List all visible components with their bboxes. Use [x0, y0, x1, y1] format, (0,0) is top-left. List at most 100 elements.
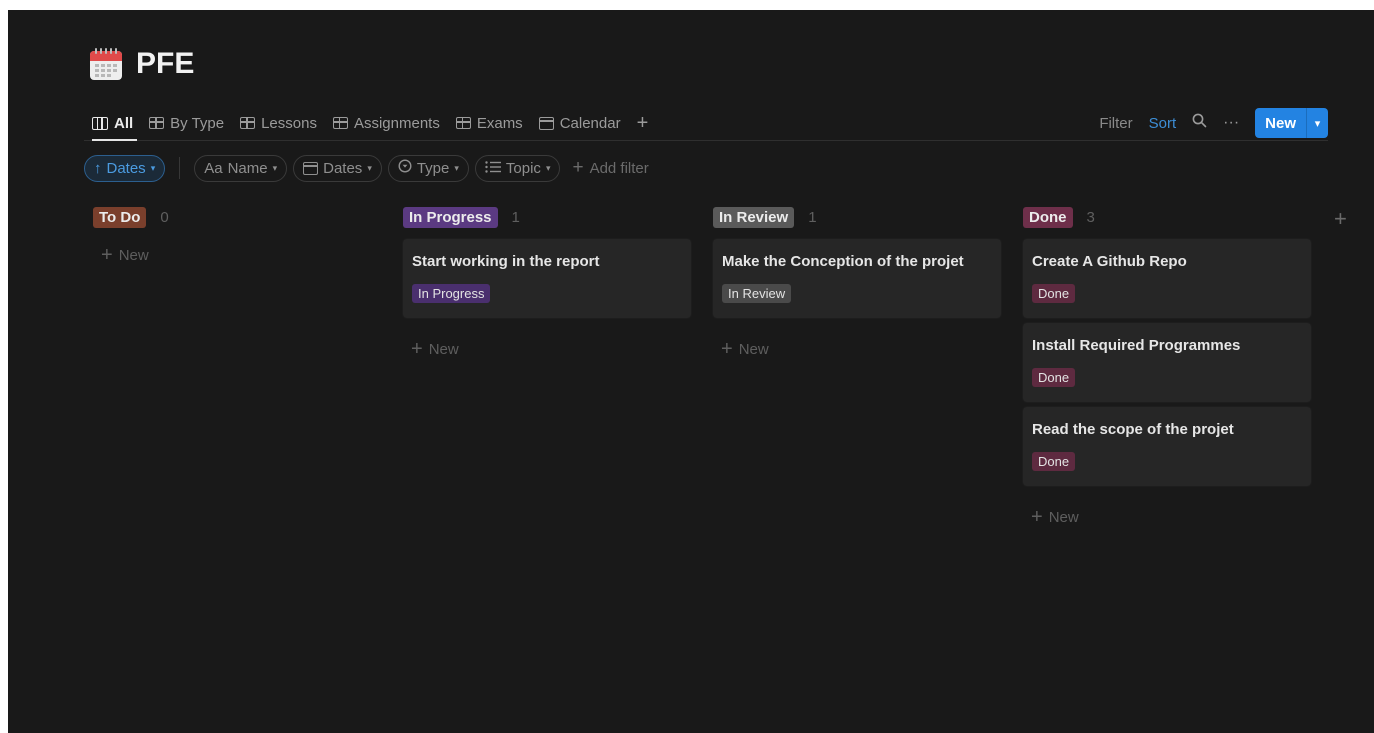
text-property-icon: Aa — [204, 159, 223, 177]
add-card-button[interactable]: + New — [1023, 506, 1311, 529]
board-icon — [92, 116, 108, 130]
tab-lessons[interactable]: Lessons — [232, 106, 325, 140]
board-card[interactable]: Install Required Programmes Done — [1023, 323, 1311, 402]
column-to-do: To Do 0 + New — [93, 204, 381, 267]
calendar-icon[interactable] — [88, 46, 124, 82]
column-count: 1 — [511, 208, 520, 226]
board-card[interactable]: Create A Github Repo Done — [1023, 239, 1311, 318]
tab-all[interactable]: All — [84, 106, 141, 141]
calendar-view-icon — [538, 116, 554, 130]
column-count: 0 — [160, 208, 169, 226]
status-tag: In Progress — [403, 206, 498, 228]
column-header[interactable]: To Do 0 — [93, 204, 381, 230]
new-label: New — [1048, 509, 1079, 526]
status-tag: To Do — [93, 206, 147, 228]
column-header[interactable]: In Progress 1 — [403, 204, 691, 230]
card-title: Install Required Programmes — [1032, 337, 1241, 354]
chevron-down-icon: ▾ — [150, 162, 156, 173]
select-property-icon — [398, 159, 412, 177]
chip-label: Dates — [323, 159, 363, 177]
multi-select-property-icon — [485, 160, 501, 177]
tab-label: All — [114, 114, 134, 132]
tab-label: Calendar — [559, 114, 621, 132]
date-property-icon — [303, 161, 319, 175]
tab-exams[interactable]: Exams — [448, 106, 531, 140]
card-title: Create A Github Repo — [1032, 253, 1187, 270]
chevron-down-icon: ▾ — [367, 162, 372, 173]
new-button-label[interactable]: New — [1255, 108, 1306, 138]
chip-label: Topic — [505, 159, 541, 177]
board-card[interactable]: Make the Conception of the projet In Rev… — [713, 239, 1001, 318]
table-icon — [149, 117, 165, 129]
view-actions: Filter Sort ··· New ▾ — [1099, 106, 1328, 140]
filter-button[interactable]: Filter — [1099, 115, 1132, 132]
tab-label: Assignments — [353, 114, 440, 132]
view-tabs: All By Type Lessons Assignments Exams Ca… — [84, 106, 657, 141]
status-badge: Done — [1032, 368, 1076, 387]
filter-bar: ↑ Dates ▾ Aa Name ▾ Dates ▾ Type ▾ Topic — [84, 154, 649, 182]
column-count: 1 — [808, 208, 817, 226]
plus-icon: + — [721, 338, 733, 360]
new-label: New — [738, 341, 769, 358]
table-icon — [240, 117, 256, 129]
plus-icon: + — [572, 157, 584, 178]
chip-label: Type — [416, 159, 450, 177]
card-title: Start working in the report — [412, 253, 600, 270]
column-in-review: In Review 1 Make the Conception of the p… — [713, 204, 1001, 361]
table-icon — [455, 117, 471, 129]
status-tag: Done — [1023, 206, 1073, 228]
add-view-button[interactable]: + — [629, 106, 657, 140]
plus-icon: + — [1031, 506, 1043, 528]
page-header: PFE — [88, 43, 194, 85]
board-card[interactable]: Read the scope of the projet Done — [1023, 407, 1311, 486]
board-card[interactable]: Start working in the report In Progress — [403, 239, 691, 318]
status-badge: Done — [1032, 284, 1076, 303]
chip-label: Name — [227, 159, 268, 177]
card-title: Read the scope of the projet — [1032, 421, 1234, 438]
status-tag: In Review — [713, 206, 795, 228]
plus-icon: + — [411, 338, 423, 360]
add-card-button[interactable]: + New — [713, 338, 1001, 361]
tab-calendar[interactable]: Calendar — [531, 106, 629, 140]
add-card-button[interactable]: + New — [93, 244, 381, 267]
column-in-progress: In Progress 1 Start working in the repor… — [403, 204, 691, 361]
plus-icon: + — [636, 111, 649, 134]
filter-chip-topic[interactable]: Topic ▾ — [474, 154, 561, 182]
status-badge: In Progress — [412, 284, 491, 303]
add-filter-button[interactable]: + Add filter — [566, 157, 648, 179]
card-title: Make the Conception of the projet — [722, 253, 964, 270]
filter-chip-dates[interactable]: Dates ▾ — [293, 154, 382, 182]
column-header[interactable]: Done 3 — [1023, 204, 1311, 230]
add-filter-label: Add filter — [589, 159, 649, 177]
search-icon[interactable] — [1192, 113, 1207, 133]
tab-assignments[interactable]: Assignments — [325, 106, 448, 140]
tab-label: Exams — [476, 114, 523, 132]
tab-label: Lessons — [261, 114, 317, 132]
more-options-icon[interactable]: ··· — [1223, 114, 1239, 132]
new-button[interactable]: New ▾ — [1255, 108, 1328, 138]
column-header[interactable]: In Review 1 — [713, 204, 1001, 230]
add-card-button[interactable]: + New — [403, 338, 691, 361]
filter-chip-name[interactable]: Aa Name ▾ — [194, 154, 288, 182]
views-bar: All By Type Lessons Assignments Exams Ca… — [84, 106, 1328, 141]
filter-chip-type[interactable]: Type ▾ — [387, 154, 469, 182]
column-done: Done 3 Create A Github Repo Done Install… — [1023, 204, 1311, 529]
sort-chip-dates[interactable]: ↑ Dates ▾ — [84, 154, 166, 182]
page-title: PFE — [136, 47, 195, 80]
sort-button[interactable]: Sort — [1149, 115, 1177, 132]
tab-label: By Type — [170, 114, 225, 132]
arrow-up-icon: ↑ — [94, 159, 102, 177]
status-badge: Done — [1032, 452, 1076, 471]
new-label: New — [118, 247, 149, 264]
chevron-down-icon[interactable]: ▾ — [1306, 108, 1328, 138]
plus-icon: + — [101, 244, 113, 266]
chevron-down-icon: ▾ — [272, 162, 278, 173]
chevron-down-icon: ▾ — [454, 162, 459, 173]
chevron-down-icon: ▾ — [545, 162, 551, 173]
table-icon — [332, 117, 348, 129]
divider — [179, 157, 181, 179]
column-count: 3 — [1086, 208, 1095, 226]
new-label: New — [428, 341, 459, 358]
tab-by-type[interactable]: By Type — [141, 106, 232, 140]
add-group-button[interactable]: + — [1334, 206, 1347, 232]
